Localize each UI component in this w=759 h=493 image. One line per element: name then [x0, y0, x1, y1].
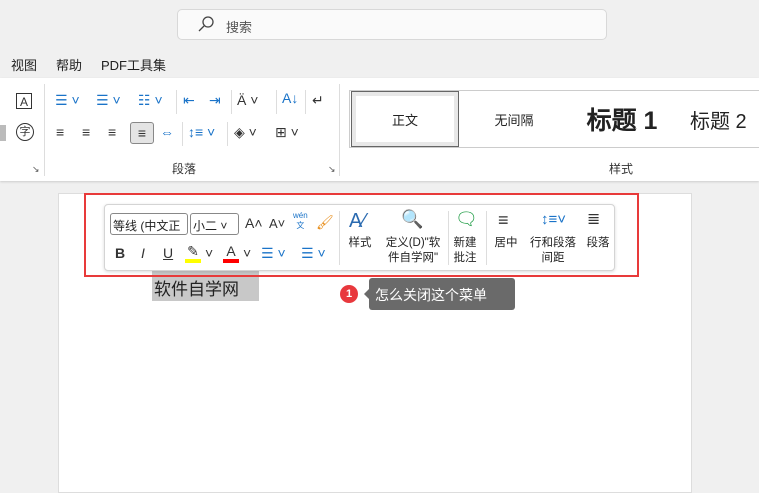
- bullets-icon[interactable]: ☰ ˅: [55, 92, 80, 108]
- font-launcher-icon[interactable]: ↘: [32, 164, 40, 175]
- step-badge: 1: [340, 285, 358, 303]
- style-heading-2[interactable]: 标题 2: [690, 91, 759, 147]
- highlight-box: [84, 193, 639, 277]
- menu-help[interactable]: 帮助: [56, 55, 82, 74]
- align-left-icon[interactable]: ≡: [56, 124, 64, 140]
- line-spacing-icon[interactable]: ↕≡ ˅: [188, 124, 215, 140]
- align-center-icon[interactable]: ≡: [82, 124, 90, 140]
- styles-group-label: 样式: [609, 162, 634, 176]
- menu-view[interactable]: 视图: [11, 55, 37, 74]
- callout-tooltip: 怎么关闭这个菜单: [364, 278, 515, 310]
- sort-icon[interactable]: A↓: [282, 90, 298, 106]
- search-icon: [198, 16, 214, 35]
- search-box[interactable]: 搜索: [177, 9, 607, 40]
- menu-pdf-tools[interactable]: PDF工具集: [101, 55, 166, 74]
- numbering-icon[interactable]: ☰ ˅: [96, 92, 121, 108]
- increase-indent-icon[interactable]: ⇥: [209, 92, 221, 108]
- char-shading-icon[interactable]: [0, 125, 6, 141]
- style-normal[interactable]: 正文: [351, 91, 459, 147]
- style-no-spacing[interactable]: 无间隔: [462, 91, 566, 147]
- shading-icon[interactable]: ◈ ˅: [234, 124, 257, 140]
- paragraph-group-label: 段落: [172, 162, 197, 176]
- decrease-indent-icon[interactable]: ⇤: [183, 92, 195, 108]
- borders-icon[interactable]: ⊞ ˅: [275, 124, 299, 140]
- styles-gallery: 正文 无间隔 标题 1 标题 2: [349, 90, 759, 148]
- distributed-icon[interactable]: ⇔: [160, 124, 174, 140]
- asian-layout-icon[interactable]: Ä ˅: [237, 92, 258, 108]
- justify-icon[interactable]: ≡: [130, 122, 154, 144]
- text-border-icon[interactable]: A: [16, 93, 32, 109]
- align-right-icon[interactable]: ≡: [108, 124, 116, 140]
- enclose-char-icon[interactable]: 字: [16, 123, 34, 141]
- paragraph-launcher-icon[interactable]: ↘: [328, 164, 336, 175]
- search-placeholder: 搜索: [226, 20, 253, 35]
- style-heading-1[interactable]: 标题 1: [572, 91, 672, 147]
- multilevel-list-icon[interactable]: ☷ ˅: [138, 92, 163, 108]
- show-marks-icon[interactable]: ↵: [312, 92, 324, 108]
